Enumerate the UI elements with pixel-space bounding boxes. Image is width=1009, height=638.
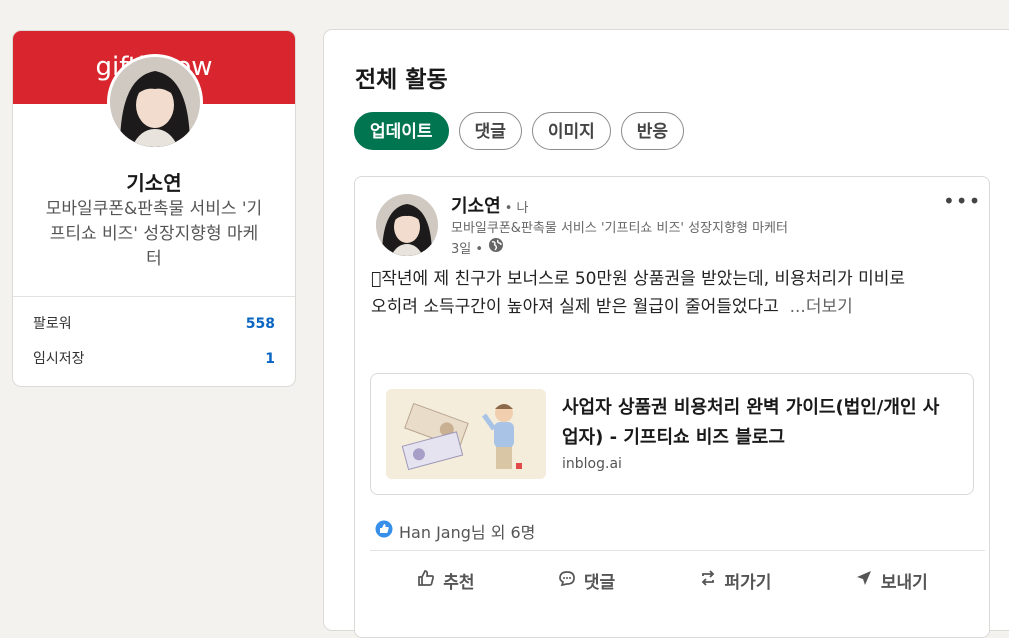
profile-headline: 모바일쿠폰&판촉물 서비스 '기프티쇼 비즈' 성장지향형 마케터 [45,199,263,269]
profile-card: giftishow 기소연 모바일쿠폰&판촉물 서비스 '기프티쇼 비즈' 성장… [12,30,296,387]
stat-label: 팔로워 [33,316,72,332]
post-time: 3일 • [451,241,484,257]
reactions-summary[interactable]: Han Jang님 외 6명 [375,519,535,543]
post-actions: 추천 댓글 퍼가기 보내기 [355,560,989,600]
repost-button[interactable]: 퍼가기 [698,560,771,600]
profile-stats: 팔로워 558 임시저장 1 [13,296,295,377]
like-reaction-icon [375,520,393,542]
link-thumbnail [386,389,546,479]
comment-icon [557,568,577,593]
profile-name[interactable]: 기소연 [13,167,295,196]
reactions-text: Han Jang님 외 6명 [399,523,536,542]
send-button[interactable]: 보내기 [854,560,928,600]
thumbs-up-icon [416,568,436,593]
filter-updates[interactable]: 업데이트 [354,112,449,150]
author-avatar[interactable] [376,194,438,256]
stat-row-drafts[interactable]: 임시저장 1 [13,342,295,377]
connection-degree: • 나 [504,201,529,216]
post-text-line: 􀀀작년에 제 친구가 보너스로 50만원 상품권을 받았는데, 비용처리가 미비… [371,269,906,289]
link-preview-card[interactable]: 사업자 상품권 비용처리 완벽 가이드(법인/개인 사업자) - 기프티쇼 비즈… [370,373,974,495]
profile-avatar[interactable] [107,54,203,150]
see-more-link[interactable]: ...더보기 [790,297,853,317]
stat-row-followers[interactable]: 팔로워 558 [13,307,295,342]
stat-label: 임시저장 [33,351,85,367]
post-meta: 3일 • [451,237,504,257]
activity-panel: 전체 활동 업데이트 댓글 이미지 반응 기소연 • 나 모바일쿠폰&판촉물 서비… [323,29,1009,638]
divider [370,550,985,551]
comment-button[interactable]: 댓글 [557,560,615,600]
repost-icon [698,568,718,593]
filter-comments[interactable]: 댓글 [458,112,522,150]
stat-value: 1 [265,351,275,367]
filter-images[interactable]: 이미지 [531,112,611,150]
filter-reactions[interactable]: 반응 [620,112,685,150]
link-title[interactable]: 사업자 상품권 비용처리 완벽 가이드(법인/개인 사업자) - 기프티쇼 비즈… [562,393,952,453]
send-icon [854,568,874,593]
post-card: 기소연 • 나 모바일쿠폰&판촉물 서비스 '기프티쇼 비즈' 성장지향형 마케터… [354,176,990,638]
post-body: 􀀀작년에 제 친구가 보너스로 50만원 상품권을 받았는데, 비용처리가 미비… [371,265,961,321]
stat-value: 558 [245,316,275,332]
page-title: 전체 활동 [355,67,448,93]
like-button[interactable]: 추천 [416,560,474,600]
link-domain: inblog.ai [562,456,622,472]
globe-icon [488,237,504,257]
activity-filters: 업데이트 댓글 이미지 반응 [354,112,685,150]
post-text-line-2: 오히려 소득구간이 높아져 실제 받은 월급이 줄어들었다고 ...더보기 [371,297,853,317]
more-options-icon[interactable]: ••• [943,189,981,213]
author-headline: 모바일쿠폰&판촉물 서비스 '기프티쇼 비즈' 성장지향형 마케터 [451,221,788,236]
post-author[interactable]: 기소연 • 나 [451,192,528,218]
author-name[interactable]: 기소연 [451,196,501,217]
